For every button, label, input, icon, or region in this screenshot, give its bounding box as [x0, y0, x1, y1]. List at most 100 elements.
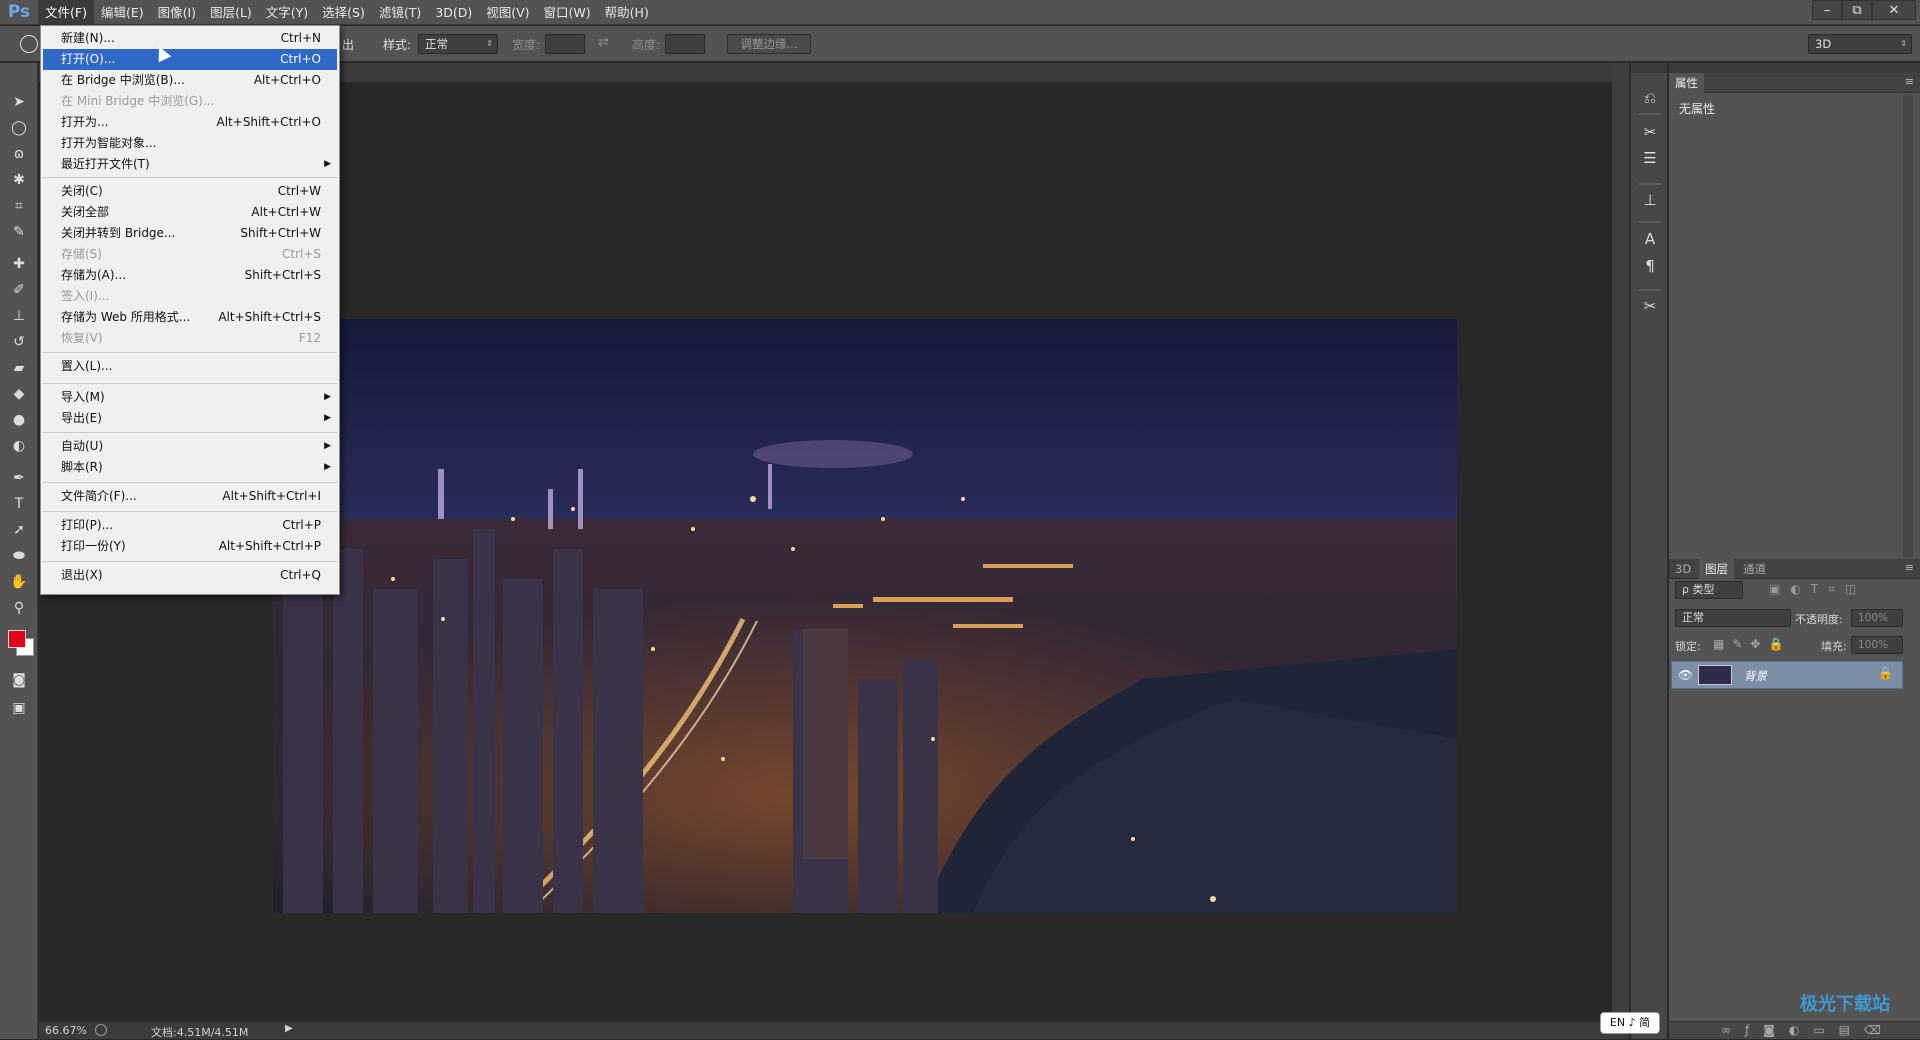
refine-edge-button[interactable]: 调整边缘... [727, 34, 811, 54]
eraser-tool-icon[interactable]: ▰ [6, 357, 32, 379]
clone-source-icon[interactable]: ⊥ [1639, 189, 1661, 211]
menu-item-open-recent[interactable]: 最近打开文件(T) ▶ [43, 154, 337, 175]
quick-mask-icon[interactable]: ◙ [6, 669, 32, 691]
healing-brush-tool-icon[interactable]: ✚ [6, 253, 32, 275]
status-menu-icon[interactable] [95, 1024, 107, 1036]
hand-tool-icon[interactable]: ✋ [6, 571, 32, 593]
menu-item-save-for-web[interactable]: 存储为 Web 所用格式... Alt+Shift+Ctrl+S [43, 307, 337, 328]
canvas-night-city-image[interactable] [273, 319, 1457, 913]
menu-item-browse-in-bridge[interactable]: 在 Bridge 中浏览(B)... Alt+Ctrl+O [43, 70, 337, 91]
elliptical-marquee-tool-icon[interactable]: ◯ [6, 117, 32, 139]
layer-filter-icons[interactable]: ▣◐T⌗◫ [1769, 582, 1866, 597]
opacity-input[interactable]: 100% [1851, 609, 1903, 627]
layer-name[interactable]: 背景 [1744, 668, 1767, 684]
workspace-select[interactable]: 3D ⇕ [1808, 34, 1912, 54]
panel-menu-icon[interactable]: ≡ [1905, 561, 1914, 574]
brush-tool-icon[interactable]: ✐ [6, 279, 32, 301]
menu-select[interactable]: 选择(S) [315, 0, 372, 25]
height-input[interactable] [665, 34, 705, 54]
crop-tool-icon[interactable]: ⌗ [6, 195, 32, 217]
menu-item-file-info[interactable]: 文件简介(F)... Alt+Shift+Ctrl+I [43, 486, 337, 507]
menu-item-open[interactable]: 打开(O)... Ctrl+O [43, 49, 337, 70]
history-panel-icon[interactable]: ⎌ [1639, 87, 1661, 109]
minimize-button[interactable]: – [1812, 0, 1842, 20]
paragraph-panel-icon[interactable]: ¶ [1639, 255, 1661, 277]
layer-filter-select[interactable]: ρ 类型 [1675, 581, 1743, 599]
restore-button[interactable]: ⧉ [1842, 0, 1872, 20]
panel-dock: ⎌ ✂ ☰ ⊥ A ¶ ✂ [1630, 63, 1668, 1039]
vertical-scrollbar[interactable] [1612, 63, 1629, 1021]
close-button[interactable]: ✕ [1872, 0, 1916, 20]
menu-item-exit[interactable]: 退出(X) Ctrl+Q [43, 565, 337, 586]
menu-item-label: 退出(X) [61, 568, 103, 582]
menu-item-close-all[interactable]: 关闭全部 Alt+Ctrl+W [43, 202, 337, 223]
ime-indicator[interactable]: EN ♪ 简 [1600, 1012, 1660, 1034]
menu-layer[interactable]: 图层(L) [203, 0, 259, 25]
clone-stamp-tool-icon[interactable]: ⊥ [6, 305, 32, 327]
menu-item-save-as[interactable]: 存储为(A)... Shift+Ctrl+S [43, 265, 337, 286]
menu-view[interactable]: 视图(V) [479, 0, 536, 25]
lock-icons[interactable]: ▦✎✥🔒 [1713, 637, 1791, 651]
adjustments-icon[interactable]: ☰ [1639, 147, 1661, 169]
blend-mode-select[interactable]: 正常 [1675, 609, 1791, 627]
history-brush-tool-icon[interactable]: ↺ [6, 331, 32, 353]
menu-item-print-one-copy[interactable]: 打印一份(Y) Alt+Shift+Ctrl+P [43, 536, 337, 557]
menu-help[interactable]: 帮助(H) [598, 0, 656, 25]
tab-properties[interactable]: 属性 [1669, 73, 1704, 93]
blur-tool-icon[interactable]: ● [6, 409, 32, 431]
layer-row-background[interactable]: 👁 背景 🔒 [1671, 661, 1903, 689]
menu-item-close-and-go-to-bridge[interactable]: 关闭并转到 Bridge... Shift+Ctrl+W [43, 223, 337, 244]
menu-window[interactable]: 窗口(W) [537, 0, 598, 25]
tab-3d[interactable]: 3D [1669, 559, 1697, 579]
menu-item-place[interactable]: 置入(L)... [43, 356, 337, 377]
character-panel-icon[interactable]: A [1639, 228, 1661, 250]
menu-image[interactable]: 图像(I) [151, 0, 203, 25]
tool-presets-icon[interactable]: ✂ [1639, 295, 1661, 317]
type-tool-icon[interactable]: T [6, 493, 32, 515]
status-arrow-icon[interactable]: ▶ [285, 1023, 293, 1034]
panel-menu-icon[interactable]: ≡ [1905, 75, 1914, 88]
menu-separator [43, 482, 337, 483]
menu-3d[interactable]: 3D(D) [428, 0, 479, 25]
pen-tool-icon[interactable]: ✒ [6, 467, 32, 489]
properties-scrollbar[interactable] [1903, 95, 1913, 557]
swap-icon[interactable]: ⇄ [598, 35, 609, 50]
style-select[interactable]: 正常 ⇕ [418, 34, 498, 54]
paint-bucket-tool-icon[interactable]: ◆ [6, 383, 32, 405]
menu-item-scripts[interactable]: 脚本(R) ▶ [43, 457, 337, 478]
menu-item-shortcut: Alt+Shift+Ctrl+O [216, 115, 321, 129]
menu-item-browse-in-mini-bridge: 在 Mini Bridge 中浏览(G)... [43, 91, 337, 112]
tab-channels[interactable]: 通道 [1737, 559, 1772, 579]
menu-item-export[interactable]: 导出(E) ▶ [43, 408, 337, 429]
dodge-tool-icon[interactable]: ◐ [6, 435, 32, 457]
menu-edit[interactable]: 编辑(E) [94, 0, 151, 25]
magic-wand-tool-icon[interactable]: ✱ [6, 169, 32, 191]
zoom-level[interactable]: 66.67% [45, 1024, 87, 1037]
tab-layers[interactable]: 图层 [1699, 559, 1734, 579]
menu-item-label: 存储为(A)... [61, 268, 127, 282]
layers-footer-icons[interactable]: ∞ƒ◙◐▭▤⌫ [1721, 1023, 1895, 1037]
menu-item-import[interactable]: 导入(M) ▶ [43, 387, 337, 408]
elliptical-marquee-icon[interactable] [20, 35, 38, 53]
menu-item-open-as[interactable]: 打开为... Alt+Shift+Ctrl+O [43, 112, 337, 133]
menu-type[interactable]: 文字(Y) [259, 0, 315, 25]
brush-presets-icon[interactable]: ✂ [1639, 121, 1661, 143]
menu-item-open-as-smart-object[interactable]: 打开为智能对象... [43, 133, 337, 154]
width-input[interactable] [545, 34, 585, 54]
ellipse-shape-tool-icon[interactable]: ⬬ [6, 545, 32, 567]
menu-item-automate[interactable]: 自动(U) ▶ [43, 436, 337, 457]
move-tool-icon[interactable]: ➤ [6, 91, 32, 113]
menu-item-new[interactable]: 新建(N)... Ctrl+N [43, 28, 337, 49]
screen-mode-icon[interactable]: ▣ [6, 697, 32, 719]
menu-item-print[interactable]: 打印(P)... Ctrl+P [43, 515, 337, 536]
visibility-eye-icon[interactable]: 👁 [1678, 668, 1693, 682]
zoom-tool-icon[interactable]: ⚲ [6, 597, 32, 619]
menu-separator [43, 383, 337, 384]
path-selection-tool-icon[interactable]: ➚ [6, 519, 32, 541]
lasso-tool-icon[interactable]: ɷ [6, 143, 32, 165]
menu-file[interactable]: 文件(F) [38, 0, 94, 25]
menu-item-close[interactable]: 关闭(C) Ctrl+W [43, 181, 337, 202]
menu-filter[interactable]: 滤镜(T) [372, 0, 428, 25]
fill-input[interactable]: 100% [1851, 636, 1903, 654]
eyedropper-tool-icon[interactable]: ✎ [6, 221, 32, 243]
